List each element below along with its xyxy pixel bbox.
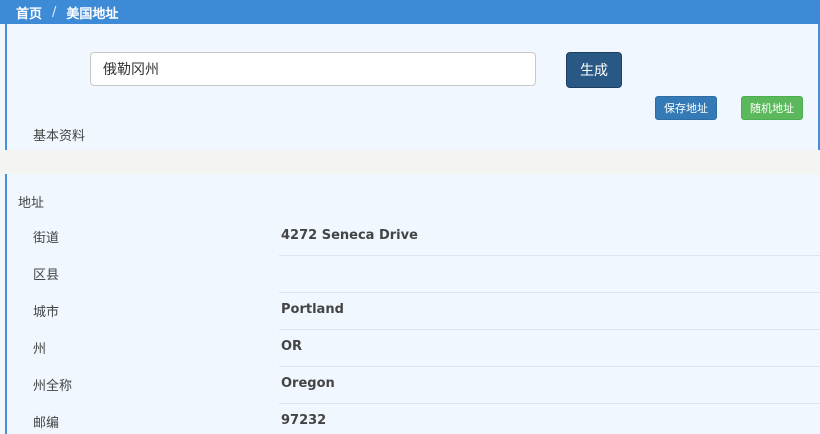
row-value: Oregon [281,376,335,391]
address-row-city: 城市 Portland [0,293,820,330]
generate-button[interactable]: 生成 [566,52,622,88]
breadcrumb: 首页 / 美国地址 [0,0,820,24]
row-value: 97232 [281,413,327,428]
save-address-button[interactable]: 保存地址 [655,96,717,120]
left-border [5,24,7,150]
row-value: Portland [281,302,344,317]
row-value: OR [281,339,303,354]
address-row-zip: 邮编 97232 [0,397,820,434]
row-label: 邮编 [33,416,60,431]
breadcrumb-current: 美国地址 [66,6,119,22]
random-address-button[interactable]: 随机地址 [741,96,803,120]
row-label: 街道 [33,231,60,246]
address-row-state: 州 OR [0,330,820,367]
row-label: 州 [33,342,47,357]
breadcrumb-home-link[interactable]: 首页 [16,3,42,22]
state-search-input[interactable] [90,52,536,86]
address-row-county: 区县 [0,256,820,293]
row-label: 州全称 [33,379,73,394]
breadcrumb-separator: / [52,4,57,20]
address-row-street: 街道 4272 Seneca Drive [0,219,820,256]
basic-info-heading: 基本资料 [33,129,86,144]
address-heading: 地址 [18,196,45,211]
row-label: 城市 [33,305,60,320]
section-divider [0,150,820,174]
row-label: 区县 [33,268,60,283]
row-value: 4272 Seneca Drive [281,228,418,243]
